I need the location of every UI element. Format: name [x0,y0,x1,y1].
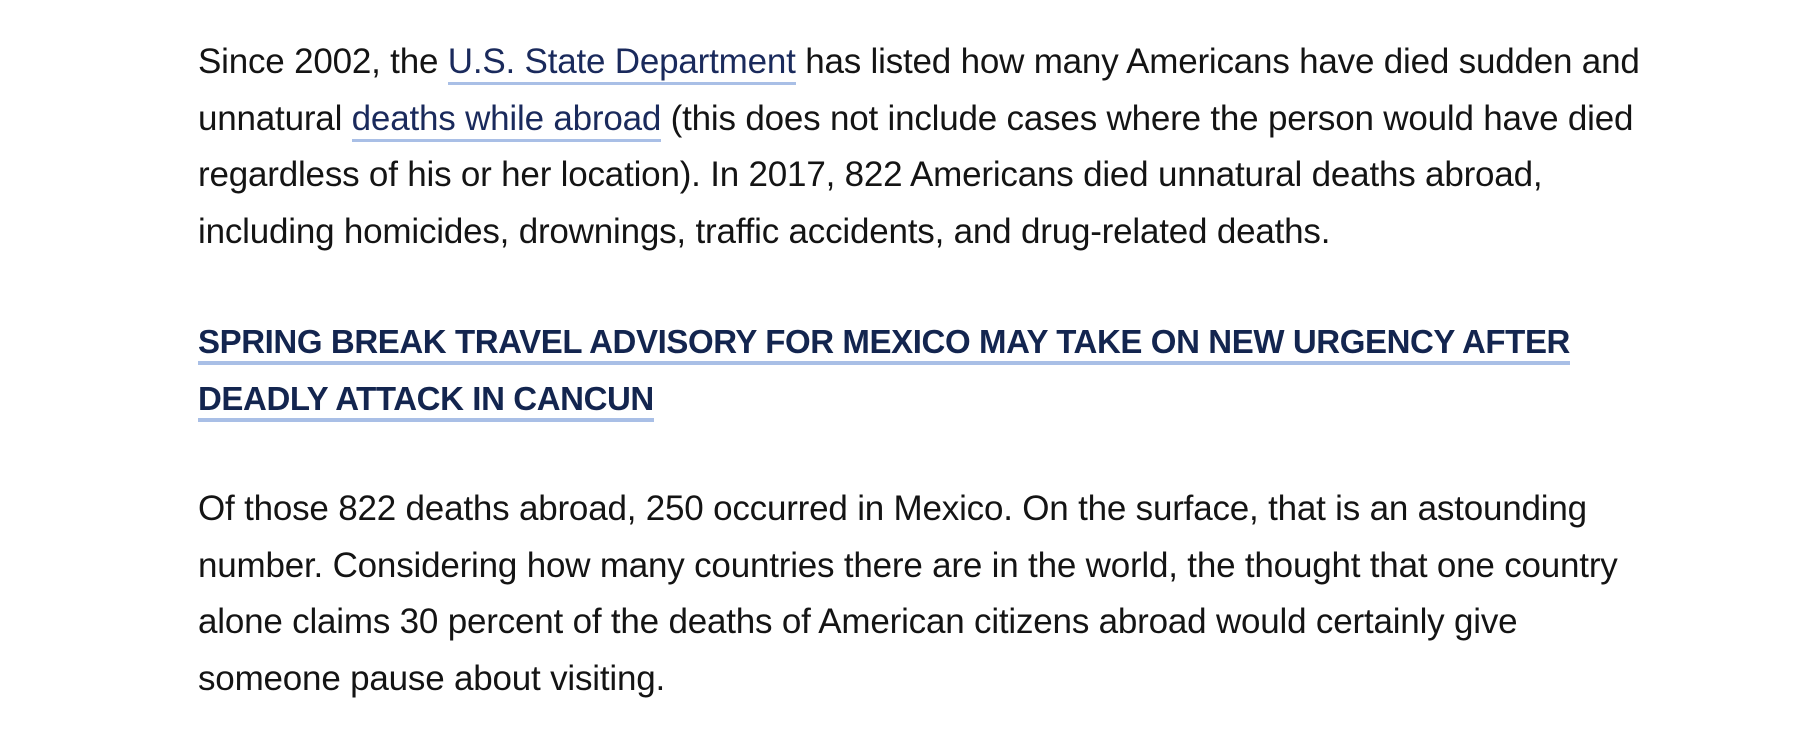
related-article-link[interactable]: SPRING BREAK TRAVEL ADVISORY FOR MEXICO … [198,323,1570,422]
paragraph-state-department: Since 2002, the U.S. State Department ha… [198,34,1658,260]
article-body: Since 2002, the U.S. State Department ha… [198,34,1658,707]
deaths-abroad-link[interactable]: deaths while abroad [351,98,661,142]
related-article-headline: SPRING BREAK TRAVEL ADVISORY FOR MEXICO … [198,314,1658,427]
state-department-link[interactable]: U.S. State Department [447,42,796,85]
paragraph1-text-start: Since 2002, the [198,42,448,81]
paragraph-mexico-deaths: Of those 822 deaths abroad, 250 occurred… [198,489,1618,698]
